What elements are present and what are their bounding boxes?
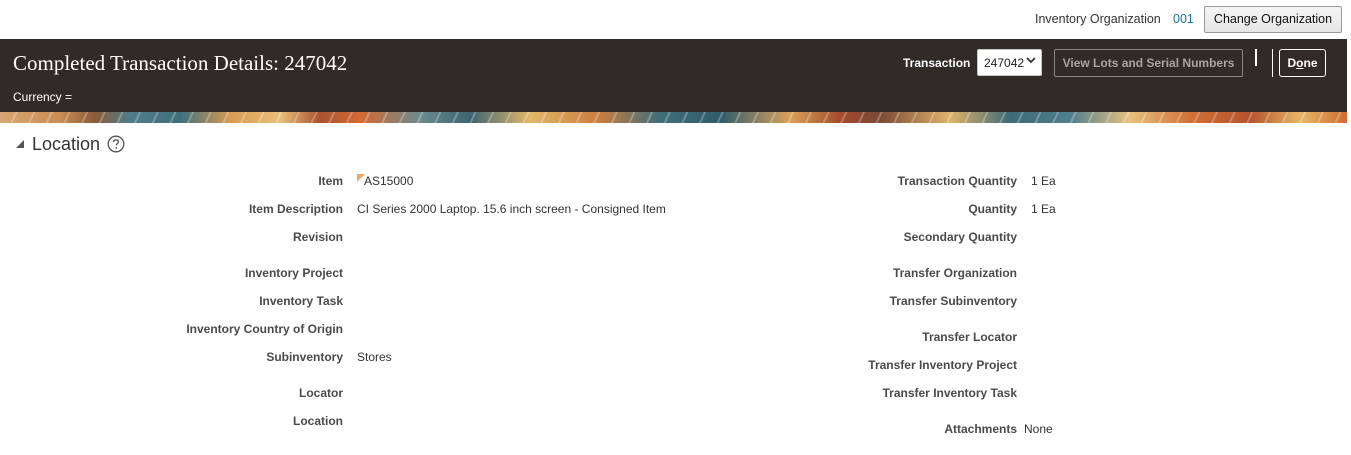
attachments-label: Attachments	[944, 422, 1017, 436]
inventory-task-label: Inventory Task	[259, 294, 343, 308]
view-lots-and-serial-numbers-button[interactable]: View Lots and Serial Numbers	[1054, 49, 1243, 77]
change-organization-button[interactable]: Change Organization	[1204, 6, 1342, 33]
page-header: Completed Transaction Details: 247042 Cu…	[0, 39, 1347, 112]
inventory-organization-label: Inventory Organization	[1035, 12, 1161, 26]
transaction-quantity-label: Transaction Quantity	[897, 174, 1017, 188]
currency-label: Currency =	[13, 90, 73, 104]
transfer-locator-label: Transfer Locator	[922, 330, 1017, 344]
transfer-inventory-task-label: Transfer Inventory Task	[882, 386, 1018, 400]
quantity-value: 1 Ea	[1031, 202, 1056, 216]
inventory-project-label: Inventory Project	[244, 266, 343, 280]
secondary-quantity-label: Secondary Quantity	[903, 230, 1017, 244]
transfer-organization-label: Transfer Organization	[892, 266, 1017, 280]
collapse-triangle-icon[interactable]	[15, 139, 25, 149]
transaction-select-value: 247042	[984, 56, 1025, 70]
subinventory-value: Stores	[357, 350, 392, 364]
item-label: Item	[318, 174, 343, 188]
transfer-inventory-project-label: Transfer Inventory Project	[868, 358, 1017, 372]
transaction-quantity-value: 1 Ea	[1031, 174, 1056, 188]
location-label: Location	[293, 414, 343, 428]
attachments-value[interactable]: None	[1024, 422, 1053, 436]
transfer-subinventory-label: Transfer Subinventory	[889, 294, 1017, 308]
toolbar-separator	[1255, 49, 1257, 66]
page-title: Completed Transaction Details: 247042	[13, 51, 348, 75]
item-value: AS15000	[364, 174, 414, 188]
help-icon[interactable]	[107, 135, 125, 153]
quantity-label: Quantity	[968, 202, 1017, 216]
decorative-banner	[0, 112, 1347, 123]
locator-label: Locator	[298, 386, 343, 400]
chevron-down-icon	[1026, 57, 1036, 64]
transaction-label: Transaction	[903, 56, 971, 70]
section-title-location: Location	[32, 134, 101, 154]
item-description-value: CI Series 2000 Laptop. 15.6 inch screen …	[357, 202, 666, 216]
organization-bar: Inventory Organization 001 Change Organi…	[0, 0, 1351, 39]
item-description-label: Item Description	[248, 202, 343, 216]
transaction-select[interactable]: 247042	[977, 49, 1042, 76]
done-button[interactable]: Done	[1279, 49, 1326, 77]
revision-label: Revision	[292, 230, 343, 244]
toolbar-separator	[1272, 49, 1273, 77]
inventory-country-of-origin-label: Inventory Country of Origin	[186, 322, 343, 336]
inventory-organization-value[interactable]: 001	[1173, 12, 1194, 26]
subinventory-label: Subinventory	[266, 350, 343, 364]
